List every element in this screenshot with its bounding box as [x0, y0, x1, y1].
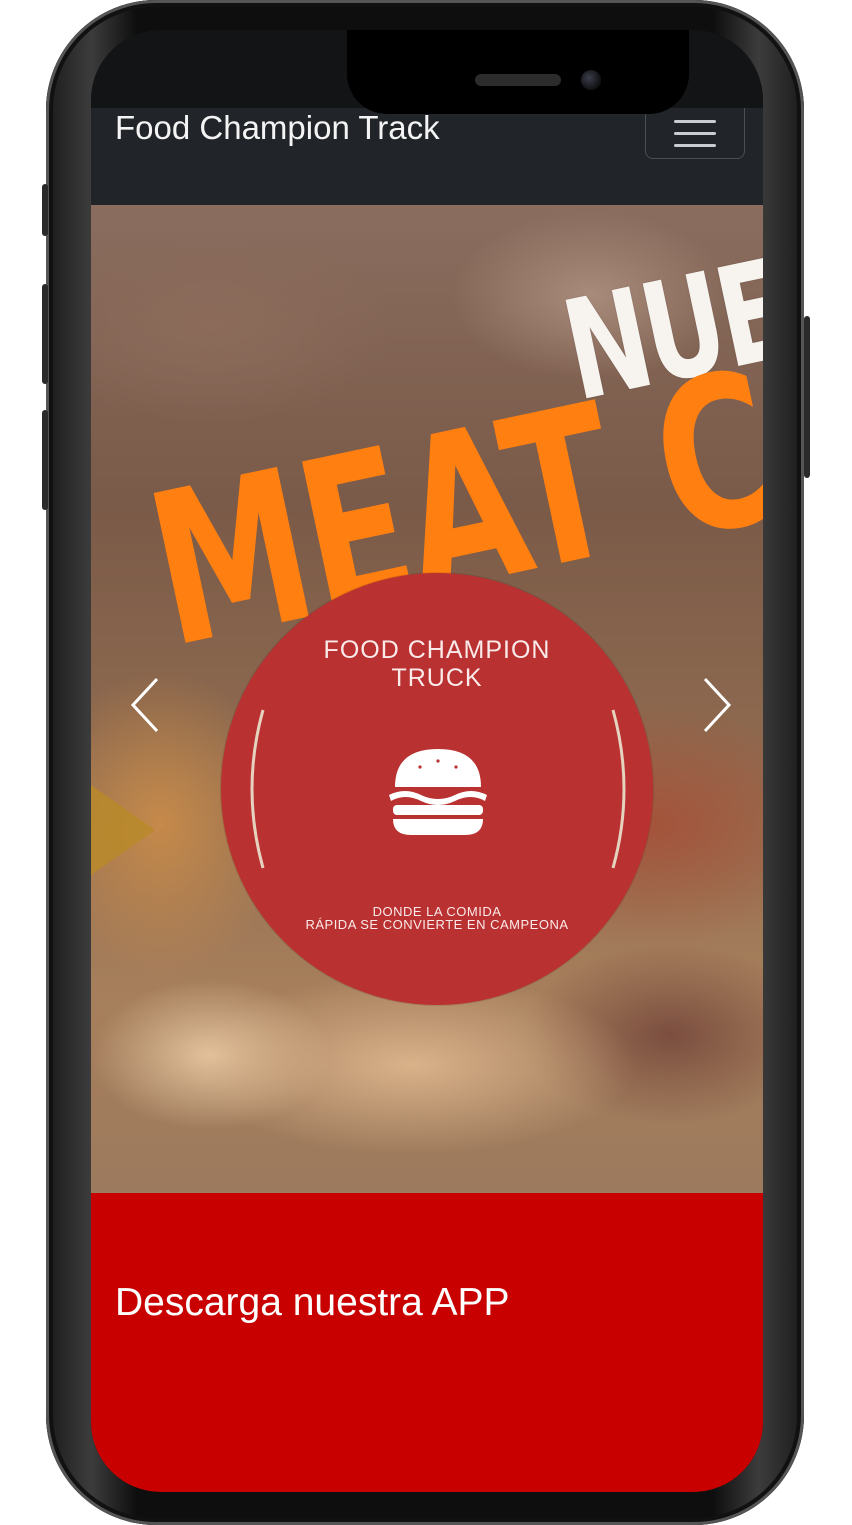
hamburger-menu-icon-bar: [674, 144, 716, 147]
logo-title: FOOD CHAMPION TRUCK: [221, 636, 653, 692]
power-button: [804, 316, 810, 478]
brand-logo-badge: FOOD CHAMPION TRUCK DONDE LA COMIDA RÁPI…: [221, 573, 653, 1005]
silent-switch: [42, 184, 48, 236]
logo-title-line1: FOOD CHAMPION: [323, 636, 551, 664]
banner-decoration: [91, 785, 155, 875]
burger-icon: [389, 749, 487, 835]
download-app-heading: Descarga nuestra APP: [115, 1281, 510, 1324]
phone-notch: [347, 30, 689, 114]
logo-title-line2: TRUCK: [391, 664, 483, 692]
speaker-grille: [475, 74, 561, 86]
phone-screen: Food Champion Track NUEV MEAT C FOOD CHA…: [91, 30, 763, 1492]
logo-tagline-line2: RÁPIDA SE CONVIERTE EN CAMPEONA: [305, 917, 569, 932]
navbar-brand[interactable]: Food Champion Track: [115, 108, 440, 148]
chevron-right-icon: [703, 677, 732, 733]
front-camera: [581, 70, 601, 90]
hero-carousel: NUEV MEAT C FOOD CHAMPION TRUCK DONDE LA…: [91, 205, 763, 1195]
navbar: Food Champion Track: [91, 108, 763, 205]
download-app-section: Descarga nuestra APP: [91, 1193, 763, 1492]
logo-arc-right: [611, 709, 626, 869]
mockup-stage: Food Champion Track NUEV MEAT C FOOD CHA…: [0, 0, 852, 1525]
volume-up-button: [42, 284, 48, 384]
hamburger-menu-icon-bar: [674, 132, 716, 135]
hamburger-menu-icon: [674, 120, 716, 123]
logo-tagline: DONDE LA COMIDA RÁPIDA SE CONVIERTE EN C…: [221, 905, 653, 931]
chevron-left-icon: [130, 677, 159, 733]
carousel-next-button[interactable]: [699, 675, 735, 735]
navbar-toggler-button[interactable]: [645, 108, 745, 159]
logo-arc-left: [250, 709, 265, 869]
carousel-prev-button[interactable]: [127, 675, 163, 735]
volume-down-button: [42, 410, 48, 510]
